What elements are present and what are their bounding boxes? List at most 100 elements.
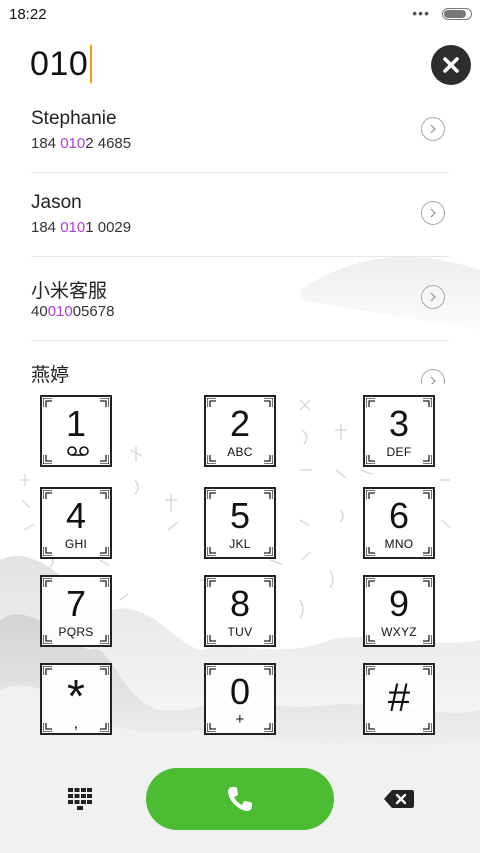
number-prefix: 184 — [31, 219, 61, 236]
text-caret — [90, 45, 93, 83]
key-corner-ornament — [264, 455, 273, 464]
bottom-action-bar — [0, 760, 480, 840]
contact-detail-button[interactable] — [421, 117, 445, 141]
key-corner-ornament — [43, 455, 52, 464]
contact-number: 184 0101 0029 — [31, 219, 131, 236]
key-digit: 0 — [229, 671, 251, 712]
battery-icon — [442, 8, 472, 20]
key-1[interactable]: 1 — [40, 395, 112, 467]
voicemail-icon — [67, 446, 89, 456]
key-corner-ornament — [207, 455, 216, 464]
contact-number: 4001005678 — [31, 303, 114, 320]
key-corner-ornament — [423, 635, 432, 644]
contact-detail-button[interactable] — [421, 285, 445, 309]
number-match-highlight: 010 — [60, 219, 86, 236]
battery-level — [444, 10, 466, 18]
number-match-highlight: 010 — [47, 303, 73, 320]
key-corner-ornament — [100, 723, 109, 732]
key-digit: 2 — [229, 403, 251, 444]
key-corner-ornament — [423, 723, 432, 732]
key-3[interactable]: 3 DEF — [363, 395, 435, 467]
contact-detail-button[interactable] — [421, 369, 445, 384]
key-2[interactable]: 2 ABC — [204, 395, 276, 467]
number-suffix: 05678 — [72, 303, 115, 320]
notification-dots-icon: ••• — [412, 5, 430, 21]
key-0[interactable]: 0 + — [204, 663, 276, 735]
key-4[interactable]: 4 GHI — [40, 487, 112, 559]
dial-number-display[interactable]: 010 — [30, 40, 93, 88]
key-corner-ornament — [207, 547, 216, 556]
key-corner-ornament — [366, 635, 375, 644]
key-corner-ornament — [264, 490, 273, 499]
key-star[interactable]: * , — [40, 663, 112, 735]
key-corner-ornament — [43, 578, 52, 587]
key-9[interactable]: 9 WXYZ — [363, 575, 435, 647]
key-corner-ornament — [423, 666, 432, 675]
key-corner-ornament — [366, 455, 375, 464]
key-corner-ornament — [207, 723, 216, 732]
key-corner-ornament — [366, 398, 375, 407]
key-corner-ornament — [264, 578, 273, 587]
chevron-right-icon — [430, 292, 436, 302]
key-corner-ornament — [423, 578, 432, 587]
contact-name: Stephanie — [31, 108, 117, 129]
key-corner-ornament — [100, 578, 109, 587]
key-corner-ornament — [207, 578, 216, 587]
number-match-highlight: 010 — [60, 135, 86, 152]
key-digit: * — [67, 670, 85, 722]
key-corner-ornament — [100, 547, 109, 556]
key-digit: 3 — [388, 403, 410, 444]
number-suffix: 2 4685 — [85, 135, 132, 152]
key-corner-ornament — [264, 398, 273, 407]
key-corner-ornament — [366, 666, 375, 675]
chevron-right-icon — [430, 376, 436, 384]
key-corner-ornament — [366, 547, 375, 556]
key-digit: 8 — [229, 583, 251, 624]
key-corner-ornament — [43, 490, 52, 499]
number-prefix: 40 — [31, 303, 48, 320]
call-button[interactable] — [146, 768, 334, 830]
key-corner-ornament — [43, 635, 52, 644]
key-corner-ornament — [366, 490, 375, 499]
key-digit: 7 — [65, 583, 87, 624]
key-7[interactable]: 7 PQRS — [40, 575, 112, 647]
key-corner-ornament — [423, 547, 432, 556]
key-hash[interactable]: # — [363, 663, 435, 735]
key-digit: # — [387, 676, 411, 720]
contact-name: 燕婷 — [31, 365, 70, 384]
key-5[interactable]: 5 JKL — [204, 487, 276, 559]
dialpad-grid-icon[interactable] — [68, 788, 92, 810]
contact-number: 184 0102 4685 — [31, 135, 131, 152]
key-digit: 4 — [65, 495, 87, 536]
key-corner-ornament — [264, 723, 273, 732]
list-item[interactable]: 小米客服 4001005678 — [31, 256, 449, 341]
key-corner-ornament — [100, 490, 109, 499]
key-corner-ornament — [100, 455, 109, 464]
dial-keypad: 1 2 ABC 3 DEF 4 GHI 5 JKL 6 MNO 7 PQRS 8… — [0, 395, 480, 740]
number-suffix: 1 0029 — [85, 219, 132, 236]
key-6[interactable]: 6 MNO — [363, 487, 435, 559]
key-corner-ornament — [423, 398, 432, 407]
phone-icon — [228, 787, 252, 811]
status-time: 18:22 — [9, 6, 47, 23]
key-corner-ornament — [207, 398, 216, 407]
list-item[interactable]: Stephanie 184 0102 4685 — [31, 88, 449, 173]
chevron-right-icon — [430, 124, 436, 134]
contact-name: 小米客服 — [31, 281, 108, 302]
chevron-right-icon — [430, 208, 436, 218]
key-digit: 5 — [229, 495, 251, 536]
list-item[interactable]: 燕婷 — [31, 340, 449, 384]
list-item[interactable]: Jason 184 0101 0029 — [31, 172, 449, 257]
key-digit: 1 — [65, 403, 87, 444]
contact-match-list[interactable]: Stephanie 184 0102 4685 Jason 184 0101 0… — [0, 88, 480, 384]
number-prefix: 184 — [31, 135, 61, 152]
status-bar: 18:22 ••• — [0, 0, 480, 28]
key-8[interactable]: 8 TUV — [204, 575, 276, 647]
key-corner-ornament — [264, 635, 273, 644]
contact-detail-button[interactable] — [421, 201, 445, 225]
backspace-icon[interactable] — [384, 789, 414, 809]
clear-number-button[interactable] — [431, 45, 471, 85]
key-corner-ornament — [423, 455, 432, 464]
key-corner-ornament — [100, 666, 109, 675]
key-corner-ornament — [43, 666, 52, 675]
